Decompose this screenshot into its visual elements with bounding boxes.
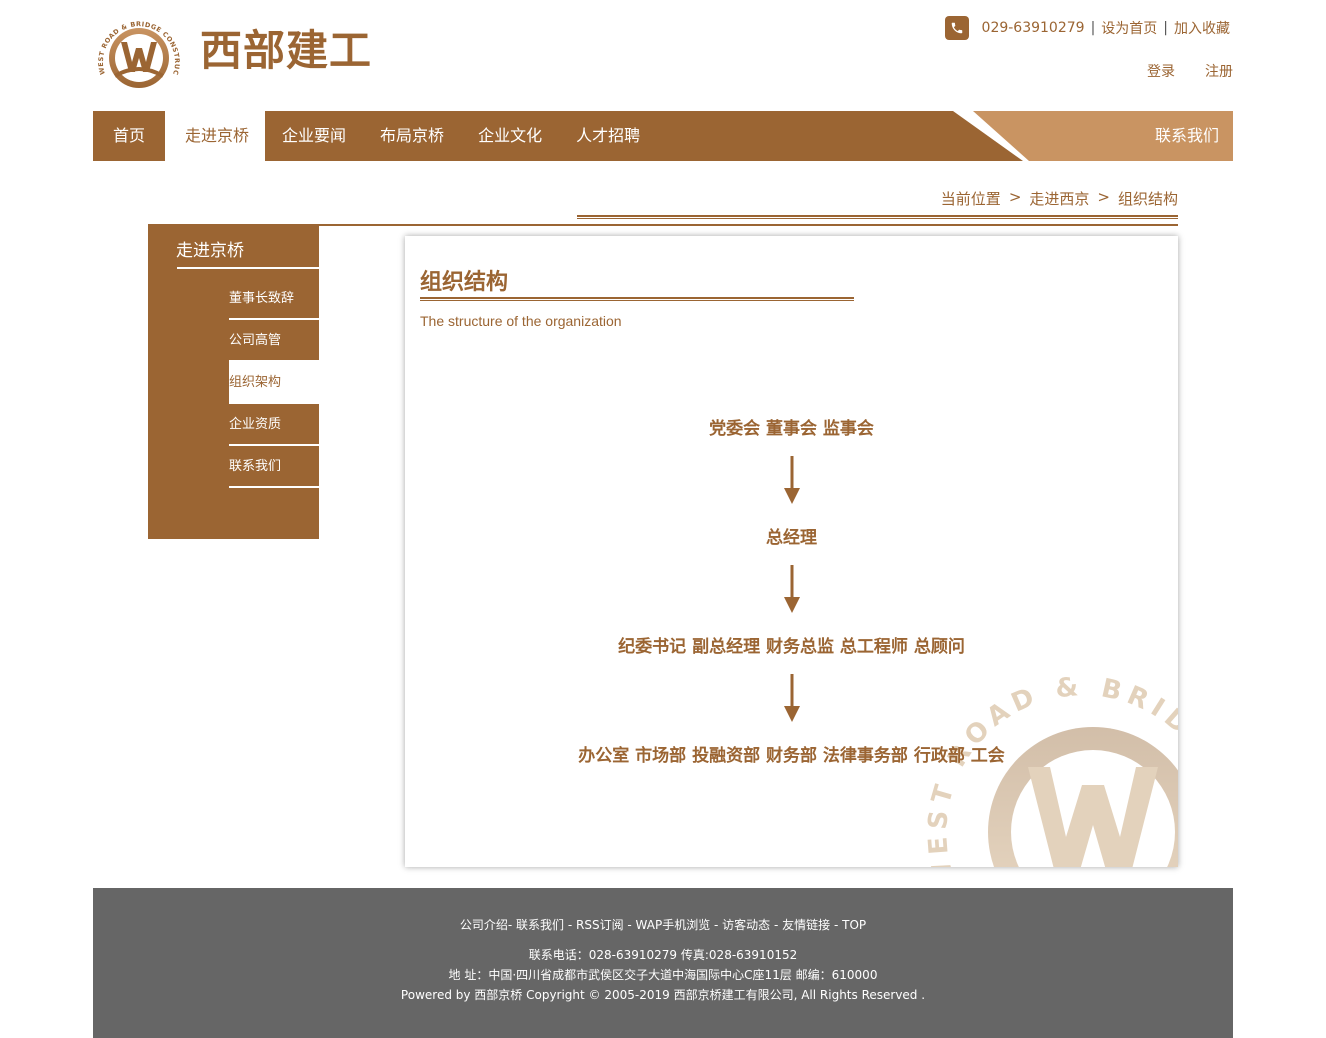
breadcrumb-label: 当前位置 <box>940 190 1001 208</box>
sidebar-item-structure[interactable]: 组织架构 <box>229 362 319 404</box>
footer-link-visitors[interactable]: 访客动态 <box>722 918 770 932</box>
nav-item-layout[interactable]: 布局京桥 <box>363 111 461 161</box>
nav-item-news[interactable]: 企业要闻 <box>265 111 363 161</box>
org-level-1: 党委会 董事会 监事会 <box>709 419 874 439</box>
footer-link-rss[interactable]: RSS订阅 <box>576 918 624 932</box>
footer-phone: 联系电话：028-63910279 传真:028-63910152 <box>528 948 798 962</box>
logo-emblem-icon: WEST ROAD & BRIDGE CONSTRUCTION <box>90 8 181 88</box>
footer-links: 公司介绍- 联系我们 - RSS订阅 - WAP手机浏览 - 访客动态 - 友情… <box>459 918 867 932</box>
footer-link-friends[interactable]: 友情链接 <box>782 918 830 932</box>
breadcrumb-divider <box>577 215 1178 219</box>
down-arrow-icon <box>784 674 800 722</box>
nav-item-careers[interactable]: 人才招聘 <box>559 111 657 161</box>
sidebar: 走进京桥 董事长致辞 公司高管 组织架构 企业资质 联系我们 <box>148 226 319 539</box>
page-subtitle: The structure of the organization <box>420 313 622 329</box>
footer-address: 地 址：中国·四川省成都市武侯区交子大道中海国际中心C座11层 邮编：61000… <box>448 968 878 982</box>
user-links: 登录 注册 <box>1147 61 1233 81</box>
top-links: 029-63910279 | 设为首页 | 加入收藏 <box>944 16 1230 40</box>
nav-item-contact[interactable]: 联系我们 <box>1155 111 1219 161</box>
sidebar-item-contact[interactable]: 联系我们 <box>229 446 319 488</box>
down-arrow-icon <box>784 456 800 504</box>
phone-icon <box>944 16 969 40</box>
nav-item-culture[interactable]: 企业文化 <box>461 111 559 161</box>
down-arrow-icon <box>784 565 800 613</box>
set-homepage-link[interactable]: 设为首页 <box>1101 18 1157 38</box>
sidebar-item-chairman[interactable]: 董事长致辞 <box>229 278 319 320</box>
nav-item-about[interactable]: 走进京桥 <box>165 111 266 161</box>
breadcrumb: 当前位置 > 走进西京 > 组织结构 <box>941 188 1178 209</box>
brand-name: 西部建工 <box>200 26 373 75</box>
phone-number: 029-63910279 <box>981 20 1085 36</box>
title-underline <box>420 297 854 301</box>
breadcrumb-separator: > <box>1097 188 1110 206</box>
sidebar-title: 走进京桥 <box>176 241 244 261</box>
login-link[interactable]: 登录 <box>1147 61 1175 81</box>
sidebar-item-qualification[interactable]: 企业资质 <box>229 404 319 446</box>
company-logo[interactable]: WEST ROAD & BRIDGE CONSTRUCTION <box>90 8 183 96</box>
breadcrumb-separator: > <box>1008 188 1022 206</box>
breadcrumb-item[interactable]: 组织结构 <box>1118 188 1178 209</box>
content-panel: WEST ROAD & BRIDGE CONSTRUCTION 组织结构 The… <box>405 236 1178 867</box>
footer-link-about[interactable]: 公司介绍 <box>460 918 508 932</box>
main-nav: 首页 走进京桥 企业要闻 布局京桥 企业文化 人才招聘 联系我们 <box>93 111 1233 161</box>
footer: 公司介绍- 联系我们 - RSS订阅 - WAP手机浏览 - 访客动态 - 友情… <box>93 888 1233 1038</box>
org-level-3: 纪委书记 副总经理 财务总监 总工程师 总顾问 <box>618 637 965 657</box>
org-level-4: 办公室 市场部 投融资部 财务部 法律事务部 行政部 工会 <box>578 746 1005 766</box>
separator: | <box>1090 20 1096 36</box>
page-title: 组织结构 <box>420 270 509 295</box>
separator: | <box>1163 20 1168 36</box>
footer-link-top[interactable]: TOP <box>842 918 866 932</box>
register-link[interactable]: 注册 <box>1205 61 1233 81</box>
sidebar-item-executives[interactable]: 公司高管 <box>229 320 319 362</box>
footer-copyright: Powered by 西部京桥 Copyright © 2005-2019 西部… <box>400 988 926 1002</box>
add-favorite-link[interactable]: 加入收藏 <box>1174 18 1230 38</box>
nav-item-home[interactable]: 首页 <box>93 111 165 161</box>
breadcrumb-item[interactable]: 走进西京 <box>1029 188 1089 209</box>
footer-link-contact[interactable]: 联系我们 <box>516 918 564 932</box>
footer-link-wap[interactable]: WAP手机浏览 <box>636 918 711 932</box>
org-level-2: 总经理 <box>766 528 817 548</box>
sidebar-title-divider <box>177 267 319 269</box>
